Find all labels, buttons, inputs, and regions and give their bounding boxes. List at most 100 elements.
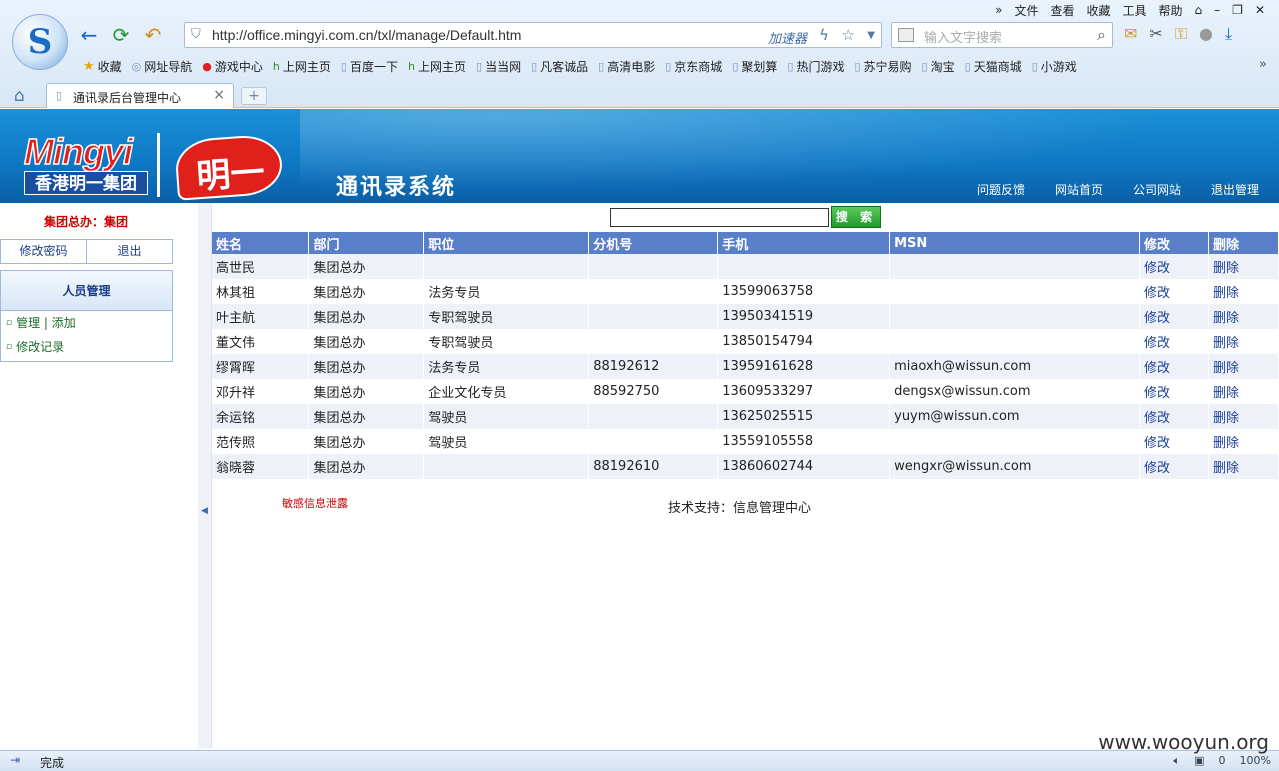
bookmark-item[interactable]: ▯ 凡客诚品 <box>526 58 593 75</box>
bookmark-item[interactable]: ▯ 京东商城 <box>660 58 727 75</box>
volume-icon[interactable]: 🔈︎ <box>1174 754 1181 768</box>
bookmark-item[interactable]: ▯ 聚划算 <box>727 58 782 75</box>
bookmark-item[interactable]: ● 游戏中心 <box>197 58 268 75</box>
change-password-button[interactable]: 修改密码 <box>1 240 86 263</box>
link-feedback[interactable]: 问题反馈 <box>977 181 1025 198</box>
table-row: 余运铭 集团总办 驾驶员 13625025515 yuym@wissun.com 修改 删除 <box>212 404 1279 429</box>
menu-file[interactable]: 文件 <box>1008 2 1044 19</box>
bookmark-item[interactable]: ▯ 苏宁易购 <box>849 58 916 75</box>
search-icon[interactable]: ⌕ <box>1097 25 1106 45</box>
bookmark-item[interactable]: ◎ 网址导航 <box>127 58 198 75</box>
column-header: 删除 <box>1208 232 1279 254</box>
delete-link[interactable]: 删除 <box>1208 329 1279 354</box>
close-tab-icon[interactable]: × <box>213 87 225 103</box>
edit-link[interactable]: 修改 <box>1139 379 1209 404</box>
bookmarks-more-icon[interactable]: » <box>1259 57 1267 72</box>
chat-icon[interactable]: ● <box>1199 24 1213 44</box>
new-tab-button[interactable]: + <box>241 87 267 105</box>
delete-link[interactable]: 删除 <box>1208 429 1279 454</box>
download-icon[interactable]: ⤓ <box>1225 24 1232 44</box>
link-site-home[interactable]: 网站首页 <box>1055 181 1103 198</box>
bookmark-item[interactable]: ★ 收藏 <box>78 58 127 75</box>
page-icon: ▯ <box>340 59 347 73</box>
bookmark-item[interactable]: ▯ 当当网 <box>471 58 526 75</box>
menu-help[interactable]: 帮助 <box>1153 2 1189 19</box>
zoom-level[interactable]: 100% <box>1240 754 1271 768</box>
delete-link[interactable]: 删除 <box>1208 354 1279 379</box>
address-bar[interactable]: ⛉ http://office.mingyi.com.cn/txl/manage… <box>184 22 882 48</box>
table-cell: dengsx@wissun.com <box>889 379 1141 404</box>
table-cell: 驾驶员 <box>423 404 590 429</box>
brand-name-en: Mingyi <box>23 130 134 173</box>
bookmark-item[interactable]: ▯ 淘宝 <box>917 58 960 75</box>
tab-active[interactable]: ▯ 通讯录后台管理中心 × <box>46 83 234 108</box>
undo-close-icon[interactable]: ↶ <box>142 24 164 46</box>
favorite-star-icon[interactable]: ☆ <box>842 26 855 44</box>
search-button[interactable]: 搜 索 <box>831 206 881 228</box>
menu-view[interactable]: 查看 <box>1044 2 1080 19</box>
page-icon: ▯ <box>921 59 928 73</box>
bookmark-item[interactable]: h 上网主页 <box>403 58 471 75</box>
home-icon[interactable]: ⌂ <box>14 86 25 106</box>
edit-link[interactable]: 修改 <box>1139 354 1209 379</box>
table-cell <box>423 254 590 279</box>
menu-tools[interactable]: 工具 <box>1117 2 1153 19</box>
column-header: 手机 <box>717 232 891 254</box>
sidebar-item-change-log[interactable]: ▫ 修改记录 <box>1 335 172 359</box>
menu-more[interactable]: » <box>989 3 1008 17</box>
edit-link[interactable]: 修改 <box>1139 254 1209 279</box>
menu-favorites[interactable]: 收藏 <box>1081 2 1117 19</box>
refresh-icon[interactable]: ⟳ <box>110 24 132 46</box>
search-input[interactable] <box>610 208 829 227</box>
page-icon: ▯ <box>787 59 794 73</box>
bookmark-item[interactable]: ▯ 热门游戏 <box>782 58 849 75</box>
toolbox-icon[interactable]: ▣ <box>1194 754 1204 768</box>
table-cell: 余运铭 <box>212 404 310 429</box>
back-arrow-icon[interactable]: ← <box>78 24 100 46</box>
collapse-arrow-icon[interactable]: ◀ <box>201 506 208 516</box>
accelerator-label[interactable]: 加速器 <box>768 28 807 47</box>
link-logout[interactable]: 退出管理 <box>1211 181 1259 198</box>
search-engine-icon[interactable] <box>898 28 914 42</box>
link-company-site[interactable]: 公司网站 <box>1133 181 1181 198</box>
bookmark-item[interactable]: ▯ 高清电影 <box>593 58 660 75</box>
sidebar-toggle-icon[interactable]: ⇥ <box>10 753 20 767</box>
edit-link[interactable]: 修改 <box>1139 404 1209 429</box>
skin-icon[interactable]: ⌂ <box>1189 3 1209 17</box>
sidebar-item-manage[interactable]: ▫ 管理 | 添加 <box>1 311 172 335</box>
delete-link[interactable]: 删除 <box>1208 279 1279 304</box>
sidebar-toggle-bar[interactable]: ◀ <box>198 203 212 748</box>
edit-link[interactable]: 修改 <box>1139 304 1209 329</box>
delete-link[interactable]: 删除 <box>1208 304 1279 329</box>
mail-icon[interactable]: ✉ <box>1124 24 1137 44</box>
address-dropdown-icon[interactable]: ▼ <box>867 30 875 41</box>
bookmark-item[interactable]: h 上网主页 <box>268 58 336 75</box>
minimize-icon[interactable]: – <box>1208 3 1226 17</box>
status-text: 完成 <box>40 756 65 770</box>
bookmark-item[interactable]: ▯ 天猫商城 <box>960 58 1027 75</box>
game-icon: ● <box>202 59 212 73</box>
scissors-icon[interactable]: ✂ <box>1149 24 1162 44</box>
edit-link[interactable]: 修改 <box>1139 279 1209 304</box>
lightning-icon[interactable]: ϟ <box>819 26 829 44</box>
logout-button[interactable]: 退出 <box>86 240 172 263</box>
bookmark-item[interactable]: ▯ 小游戏 <box>1027 58 1082 75</box>
address-url[interactable]: http://office.mingyi.com.cn/txl/manage/D… <box>212 27 521 43</box>
edit-link[interactable]: 修改 <box>1139 329 1209 354</box>
browser-search-box[interactable]: 输入文字搜索 ⌕ <box>891 22 1113 48</box>
leak-note: 敏感信息泄露 <box>282 497 348 510</box>
edit-link[interactable]: 修改 <box>1139 429 1209 454</box>
delete-link[interactable]: 删除 <box>1208 254 1279 279</box>
delete-link[interactable]: 删除 <box>1208 379 1279 404</box>
bookmark-item[interactable]: ▯ 百度一下 <box>336 58 403 75</box>
key-icon[interactable]: ⚿ <box>1175 24 1187 44</box>
search-placeholder[interactable]: 输入文字搜索 <box>924 27 1002 46</box>
count-badge[interactable]: 0 <box>1219 754 1226 768</box>
delete-link[interactable]: 删除 <box>1208 404 1279 429</box>
restore-icon[interactable]: ❐ <box>1226 3 1249 17</box>
close-window-icon[interactable]: ✕ <box>1249 3 1271 17</box>
page-icon: ▯ <box>1031 59 1038 73</box>
edit-link[interactable]: 修改 <box>1139 454 1209 479</box>
staff-panel-title[interactable]: 人员管理 <box>1 271 172 311</box>
delete-link[interactable]: 删除 <box>1208 454 1279 479</box>
